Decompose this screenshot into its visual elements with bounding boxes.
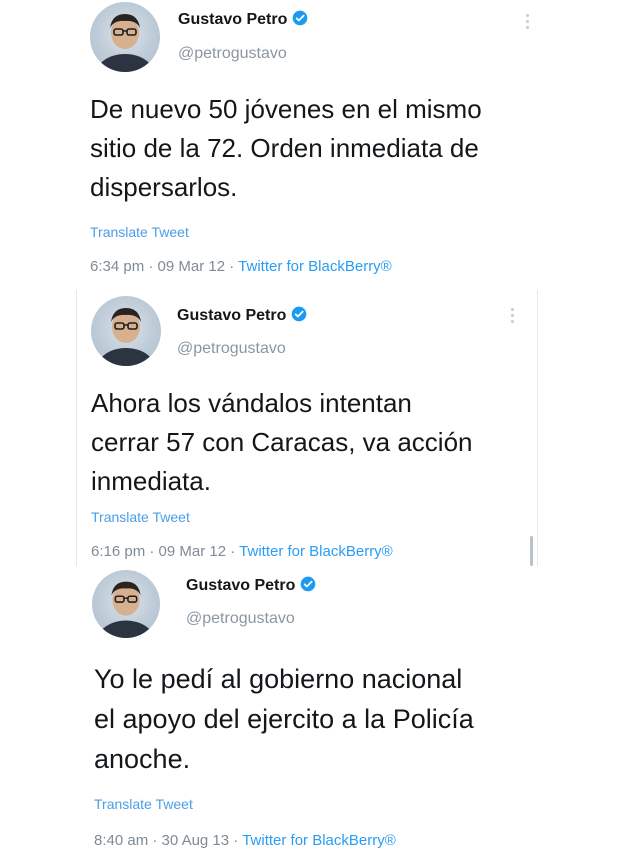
- tweet-text: Yo le pedí al gobierno nacional el apoyo…: [94, 664, 474, 774]
- author-name[interactable]: Gustavo Petro: [177, 307, 286, 324]
- tweet-date[interactable]: 09 Mar 12: [159, 543, 227, 560]
- tweet-text: Ahora los vándalos intentan cerrar 57 co…: [91, 388, 473, 496]
- person-avatar-icon: [97, 581, 155, 638]
- meta-separator: ·: [148, 832, 162, 848]
- translate-tweet-link[interactable]: Translate Tweet: [90, 224, 189, 240]
- author-handle[interactable]: @petrogustavo: [178, 45, 287, 63]
- tweet-date[interactable]: 30 Aug 13: [162, 832, 230, 848]
- verified-badge-icon: [293, 10, 308, 26]
- avatar[interactable]: [92, 570, 160, 638]
- meta-separator: ·: [225, 258, 239, 275]
- tweet-date[interactable]: 09 Mar 12: [158, 258, 226, 275]
- person-avatar-icon: [95, 14, 155, 72]
- tweet-meta: 8:40 am · 30 Aug 13 · Twitter for BlackB…: [94, 832, 396, 848]
- tweet-meta: 6:34 pm · 09 Mar 12 · Twitter for BlackB…: [90, 258, 392, 275]
- more-options-icon[interactable]: [524, 14, 530, 32]
- tweet-time[interactable]: 8:40 am: [94, 832, 148, 848]
- meta-separator: ·: [144, 258, 158, 275]
- tweet-source[interactable]: Twitter for BlackBerry®: [239, 543, 393, 560]
- meta-separator: ·: [229, 832, 243, 848]
- translate-tweet-link[interactable]: Translate Tweet: [91, 509, 190, 525]
- avatar[interactable]: [91, 296, 161, 366]
- meta-separator: ·: [145, 543, 159, 560]
- author-handle[interactable]: @petrogustavo: [177, 340, 286, 358]
- verified-badge-icon: [292, 306, 307, 322]
- tweet-time[interactable]: 6:34 pm: [90, 258, 144, 275]
- meta-separator: ·: [226, 543, 240, 560]
- person-avatar-icon: [96, 308, 156, 366]
- author-name[interactable]: Gustavo Petro: [186, 577, 295, 594]
- tweet-text: De nuevo 50 jóvenes en el mismo sitio de…: [90, 94, 482, 202]
- verified-badge-icon: [301, 576, 316, 592]
- tweet-card[interactable]: Gustavo Petro @petrogustavo Yo le pedí a…: [76, 566, 542, 848]
- tweet-time[interactable]: 6:16 pm: [91, 543, 145, 560]
- tweet-source[interactable]: Twitter for BlackBerry®: [242, 832, 396, 848]
- tweet-collage: Gustavo Petro @petrogustavo De nuevo 50 …: [0, 0, 640, 848]
- scrollbar-thumb[interactable]: [530, 536, 533, 566]
- more-options-icon[interactable]: [509, 308, 515, 326]
- author-name[interactable]: Gustavo Petro: [178, 11, 287, 28]
- author-handle[interactable]: @petrogustavo: [186, 610, 295, 628]
- tweet-source[interactable]: Twitter for BlackBerry®: [238, 258, 392, 275]
- tweet-card[interactable]: Gustavo Petro @petrogustavo Ahora los vá…: [76, 290, 538, 568]
- tweet-meta: 6:16 pm · 09 Mar 12 · Twitter for BlackB…: [91, 543, 393, 560]
- avatar[interactable]: [90, 2, 160, 72]
- translate-tweet-link[interactable]: Translate Tweet: [94, 796, 193, 812]
- tweet-card[interactable]: Gustavo Petro @petrogustavo De nuevo 50 …: [76, 0, 546, 290]
